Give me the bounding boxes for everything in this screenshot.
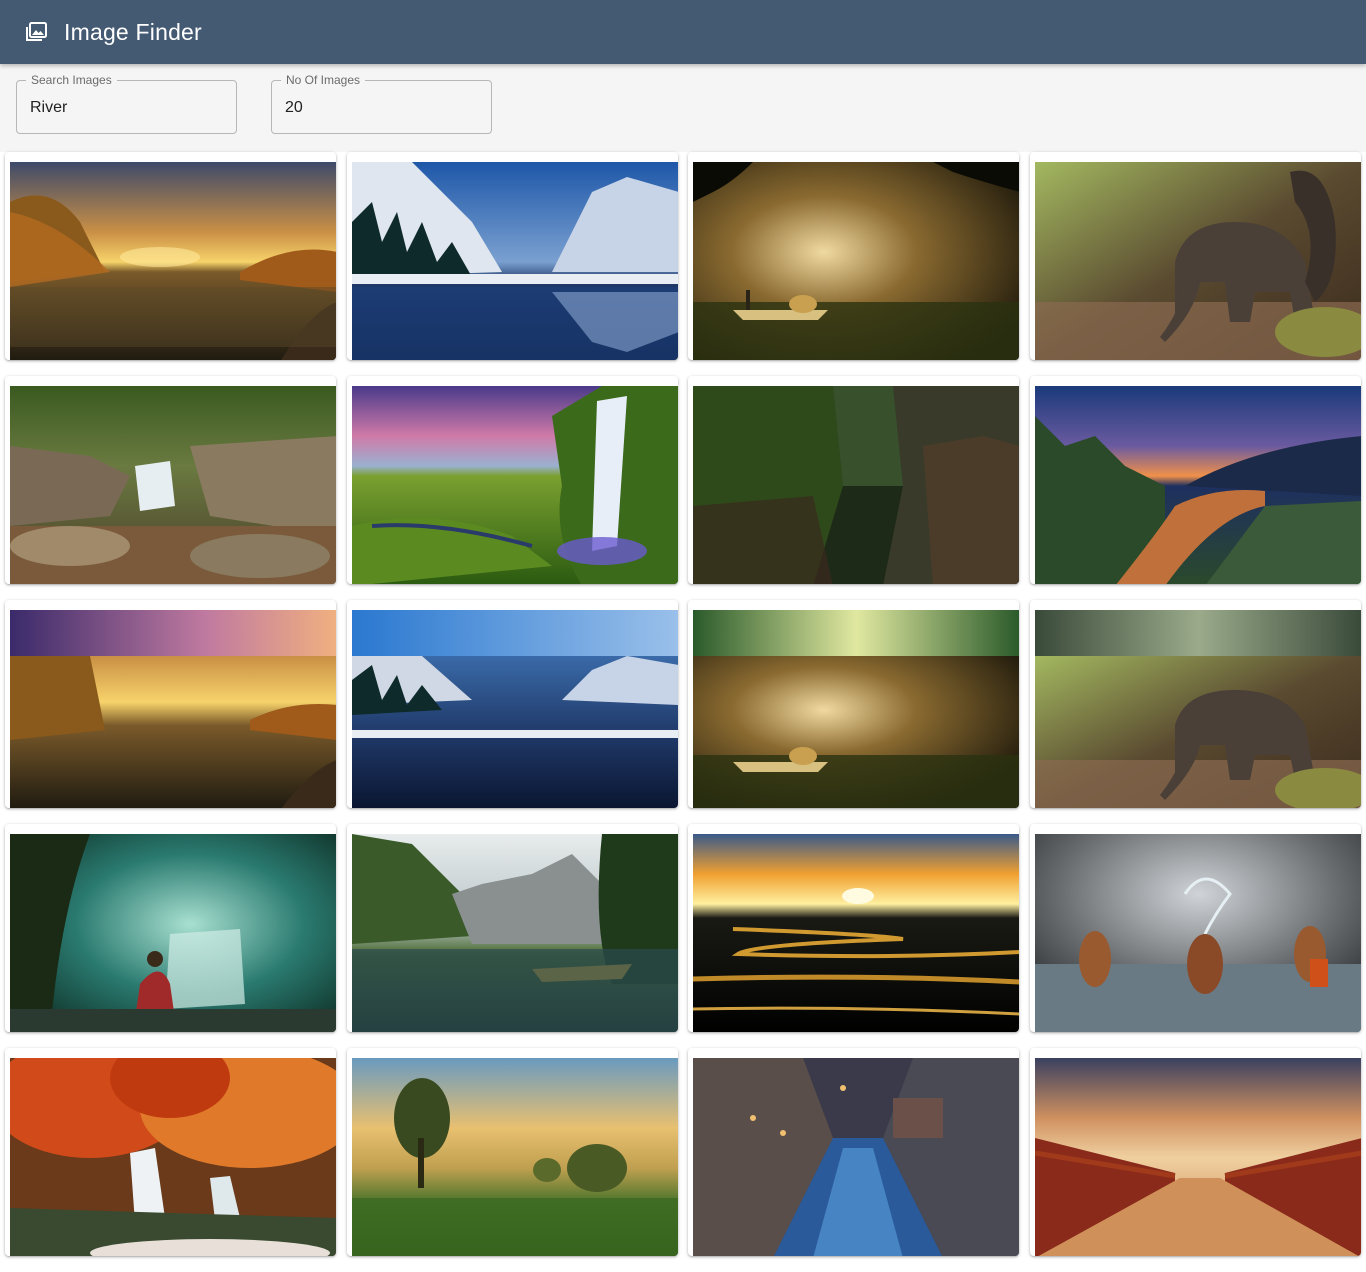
river-sunset-image[interactable] — [10, 610, 336, 808]
search-images-input[interactable] — [30, 97, 220, 119]
misty-boat-image[interactable] — [693, 610, 1019, 808]
image-card[interactable] — [688, 824, 1019, 1032]
image-card[interactable] — [5, 1048, 336, 1256]
mountain-lake-image[interactable] — [352, 162, 678, 360]
alpine-lake-image[interactable] — [352, 834, 678, 1032]
mountain-lake-image[interactable] — [352, 610, 678, 808]
image-card[interactable] — [1030, 376, 1361, 584]
photo-library-icon — [26, 22, 47, 41]
image-card[interactable] — [347, 600, 678, 808]
forest-waterfall-image[interactable] — [10, 386, 336, 584]
image-card[interactable] — [347, 824, 678, 1032]
image-card[interactable] — [688, 376, 1019, 584]
image-card[interactable] — [1030, 1048, 1361, 1256]
image-card[interactable] — [5, 824, 336, 1032]
seljalandsfoss-image[interactable] — [352, 386, 678, 584]
image-card[interactable] — [347, 152, 678, 360]
misty-meadow-image[interactable] — [352, 1058, 678, 1256]
app-bar: Image Finder — [0, 0, 1366, 64]
search-images-label: Search Images — [26, 73, 117, 87]
green-canyon-image[interactable] — [693, 386, 1019, 584]
elephant-stream-image[interactable] — [1035, 162, 1361, 360]
winding-river-image[interactable] — [693, 834, 1019, 1032]
image-card[interactable] — [1030, 600, 1361, 808]
search-images-field[interactable]: Search Images — [16, 73, 237, 134]
misty-boat-image[interactable] — [693, 162, 1019, 360]
no-of-images-field[interactable]: No Of Images — [271, 73, 492, 134]
app-title: Image Finder — [64, 19, 202, 45]
image-card[interactable] — [1030, 152, 1361, 360]
children-splashing-image[interactable] — [1035, 834, 1361, 1032]
river-sunset-image[interactable] — [10, 162, 336, 360]
image-card[interactable] — [5, 152, 336, 360]
image-card[interactable] — [688, 152, 1019, 360]
image-card[interactable] — [5, 600, 336, 808]
wooden-bridge-image[interactable] — [1035, 1058, 1361, 1256]
image-grid — [0, 152, 1366, 1272]
no-of-images-input[interactable] — [285, 97, 475, 119]
elephant-stream-image[interactable] — [1035, 610, 1361, 808]
image-card[interactable] — [688, 1048, 1019, 1256]
image-card[interactable] — [1030, 824, 1361, 1032]
no-of-images-label: No Of Images — [281, 73, 366, 87]
autumn-waterfall-image[interactable] — [10, 1058, 336, 1256]
image-card[interactable] — [5, 376, 336, 584]
image-card[interactable] — [347, 1048, 678, 1256]
girl-waterfall-image[interactable] — [10, 834, 336, 1032]
river-valley-image[interactable] — [1035, 386, 1361, 584]
image-card[interactable] — [688, 600, 1019, 808]
image-card[interactable] — [347, 376, 678, 584]
rainy-alley-image[interactable] — [693, 1058, 1019, 1256]
